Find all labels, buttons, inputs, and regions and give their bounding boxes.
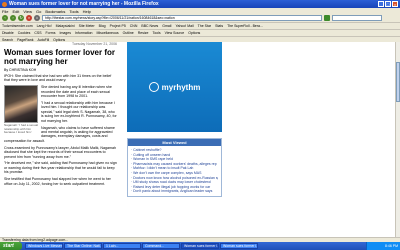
- window-title: Woman sues former lover for not marrying…: [9, 1, 159, 7]
- menu-view[interactable]: View: [23, 9, 32, 14]
- system-tray-clock[interactable]: 8:46 PM: [366, 242, 400, 250]
- toolbar-item[interactable]: Options: [53, 38, 65, 42]
- minimize-button[interactable]: _: [378, 1, 384, 7]
- toolbar-item[interactable]: PageRank: [17, 38, 33, 42]
- bookmark-item[interactable]: Tudzmbsender.com: [2, 24, 33, 28]
- window-controls: _ □ ×: [378, 1, 398, 7]
- stop-icon[interactable]: ×: [26, 15, 32, 21]
- toolbar-item[interactable]: Outline: [123, 31, 134, 35]
- article-paragraph: Cross-examined by Punnosamy's lawyer, Ab…: [4, 145, 116, 159]
- window-titlebar: Woman sues former lover for not marrying…: [0, 0, 400, 8]
- bookmark-item[interactable]: The Star: [198, 24, 211, 28]
- address-bar[interactable]: http://thestar.com.my/news/story.asp?fil…: [42, 15, 322, 21]
- toolbar-item[interactable]: Images: [59, 31, 70, 35]
- toolbar-item[interactable]: Information: [75, 31, 93, 35]
- news-article: Tuesday November 21, 2006 Woman sues for…: [4, 42, 117, 237]
- menu-bookmarks[interactable]: Bookmarks: [45, 9, 65, 14]
- taskbar-item[interactable]: Woman sues former l...: [220, 243, 258, 249]
- toolbar-item[interactable]: Disable: [2, 31, 14, 35]
- taskbar-item-active[interactable]: Woman sues former l...: [181, 243, 219, 249]
- toolbar-item[interactable]: Forms: [46, 31, 56, 35]
- photo-caption: Nagamah: 'I had a sexual relationship wi…: [4, 123, 38, 135]
- navigation-toolbar: ‹ › ↻ × ⌂ http://thestar.com.my/news/sto…: [0, 14, 400, 22]
- bookmark-item[interactable]: CNN: [130, 24, 138, 28]
- article-photo-block: Nagamah: 'I had a sexual relationship wi…: [4, 85, 38, 135]
- toolbar-item[interactable]: AutoFill: [37, 38, 49, 42]
- toolbar-item[interactable]: View Source: [165, 31, 185, 35]
- taskbar-item[interactable]: Windows Live Messen...: [25, 243, 63, 249]
- menu-tools[interactable]: Tools: [69, 9, 78, 14]
- forward-icon[interactable]: ›: [10, 15, 16, 21]
- article-headline: Woman sues former lover for not marrying…: [4, 48, 115, 66]
- go-button[interactable]: [324, 15, 330, 21]
- start-button[interactable]: start: [0, 242, 22, 250]
- home-icon[interactable]: ⌂: [34, 15, 40, 21]
- bookmark-item[interactable]: BBC News: [141, 24, 158, 28]
- toolbar-item[interactable]: Resize: [138, 31, 149, 35]
- article-paragraph: She testified that Punnosamy had slapped…: [4, 177, 111, 186]
- most-viewed-list: Cabinet reshuffle? Cutting off unseen ha…: [128, 146, 221, 196]
- article-photo[interactable]: [4, 85, 38, 124]
- most-viewed-title: Most Viewed: [128, 139, 221, 146]
- scrollbar-thumb[interactable]: [395, 62, 400, 102]
- web-developer-toolbar: Disable Cookies CSS Forms Images Informa…: [0, 29, 400, 36]
- bookmark-item[interactable]: Stats: [215, 24, 223, 28]
- maximize-button[interactable]: □: [385, 1, 391, 7]
- bookmark-item[interactable]: The SuperRoll - Bera...: [227, 24, 263, 28]
- taskbar-item[interactable]: 1 Lain...: [103, 243, 141, 249]
- search-box[interactable]: [332, 15, 382, 21]
- toolbar-item[interactable]: Tools: [152, 31, 160, 35]
- article-date: Tuesday November 21, 2006: [71, 42, 117, 46]
- bookmark-item[interactable]: Yahoo! Mail: [175, 24, 193, 28]
- most-viewed-link[interactable]: Don't panic about immigrants, Anglican l…: [131, 189, 218, 194]
- bookmark-item[interactable]: Project P5: [110, 24, 126, 28]
- bookmark-item[interactable]: Lang Hlo!: [37, 24, 52, 28]
- toolbar-item[interactable]: Miscellaneous: [96, 31, 118, 35]
- sidebar-column: myrhythm Most Viewed Cabinet reshuffle? …: [127, 42, 222, 237]
- toolbar-item[interactable]: Search: [2, 38, 13, 42]
- menu-go[interactable]: Go: [36, 9, 41, 14]
- bookmark-item[interactable]: Blog: [99, 24, 106, 28]
- toolbar-item[interactable]: Cookies: [18, 31, 31, 35]
- firefox-icon: [2, 1, 7, 7]
- bookmark-item[interactable]: Malaysiakini: [56, 24, 75, 28]
- article-paragraph: IPOH: She claimed that she had sex with …: [4, 74, 112, 83]
- article-paragraph: "He deceived me," she said, adding that …: [4, 161, 117, 175]
- taskbar-buttons: Windows Live Messen... The Star Online: …: [25, 243, 258, 249]
- article-byline: By CHRISTINA KOH: [4, 68, 37, 72]
- menu-edit[interactable]: Edit: [12, 9, 19, 14]
- page-viewport: Tuesday November 21, 2006 Woman sues for…: [0, 42, 400, 237]
- taskbar-item[interactable]: The Star Online: Nati...: [64, 243, 102, 249]
- advertisement-banner[interactable]: myrhythm: [127, 42, 222, 132]
- vertical-scrollbar[interactable]: [395, 42, 400, 237]
- toolbar-item[interactable]: Options: [188, 31, 200, 35]
- menu-file[interactable]: File: [2, 9, 8, 14]
- ad-brand: myrhythm: [161, 82, 201, 92]
- menu-help[interactable]: Help: [83, 9, 91, 14]
- bookmarks-toolbar: Tudzmbsender.com Lang Hlo! Malaysiakini …: [0, 22, 400, 29]
- close-button[interactable]: ×: [392, 1, 398, 7]
- bookmark-item[interactable]: Site Meter: [79, 24, 95, 28]
- taskbar-item[interactable]: Command...: [142, 243, 180, 249]
- reload-icon[interactable]: ↻: [18, 15, 24, 21]
- windows-taskbar: start Windows Live Messen... The Star On…: [0, 242, 400, 250]
- brand-logo-icon: [148, 82, 159, 92]
- most-viewed-box: Most Viewed Cabinet reshuffle? Cutting o…: [127, 138, 222, 197]
- toolbar-item[interactable]: CSS: [34, 31, 41, 35]
- back-icon[interactable]: ‹: [2, 15, 8, 21]
- bookmark-item[interactable]: Gmail: [162, 24, 171, 28]
